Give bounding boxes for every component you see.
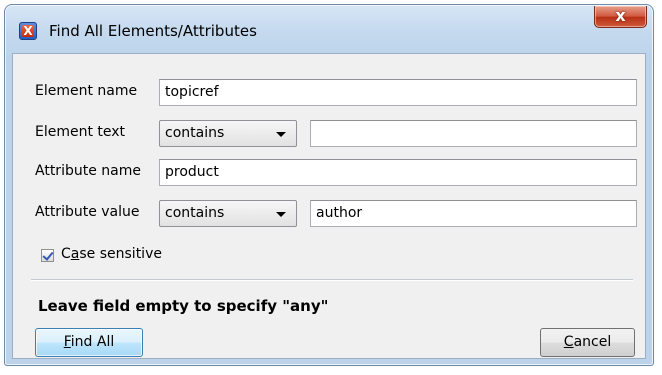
checkmark-icon [42,249,54,261]
find-all-button[interactable]: Find All [35,328,143,357]
attribute-value-input[interactable]: author [310,200,637,227]
title-bar[interactable]: X Find All Elements/Attributes x [5,5,653,53]
attribute-name-input[interactable]: product [159,159,637,186]
close-button[interactable]: x [594,6,647,28]
cancel-button[interactable]: Cancel [540,328,635,357]
dialog-content: Element name topicref Element text conta… [12,53,646,359]
chevron-down-icon [276,132,286,137]
attribute-name-label: Attribute name [35,163,141,179]
app-logo-icon: X [19,22,37,40]
hint-text: Leave field empty to specify "any" [38,297,329,315]
case-sensitive-label[interactable]: Case sensitive [61,246,162,262]
chevron-down-icon [276,212,286,217]
attribute-value-operator-select[interactable]: contains [159,200,297,227]
element-text-operator-value: contains [165,125,225,141]
attribute-value-label: Attribute value [35,204,140,220]
element-name-input[interactable]: topicref [159,79,637,106]
element-text-label: Element text [35,124,126,140]
attribute-value-operator-value: contains [165,205,225,221]
separator [31,279,633,281]
close-icon: x [615,6,626,25]
element-text-operator-select[interactable]: contains [159,120,297,147]
element-name-label: Element name [35,83,138,99]
element-text-input[interactable] [310,120,637,147]
case-sensitive-checkbox[interactable] [41,249,54,262]
window-title: Find All Elements/Attributes [49,22,257,40]
dialog-window: X Find All Elements/Attributes x Element… [4,4,654,366]
